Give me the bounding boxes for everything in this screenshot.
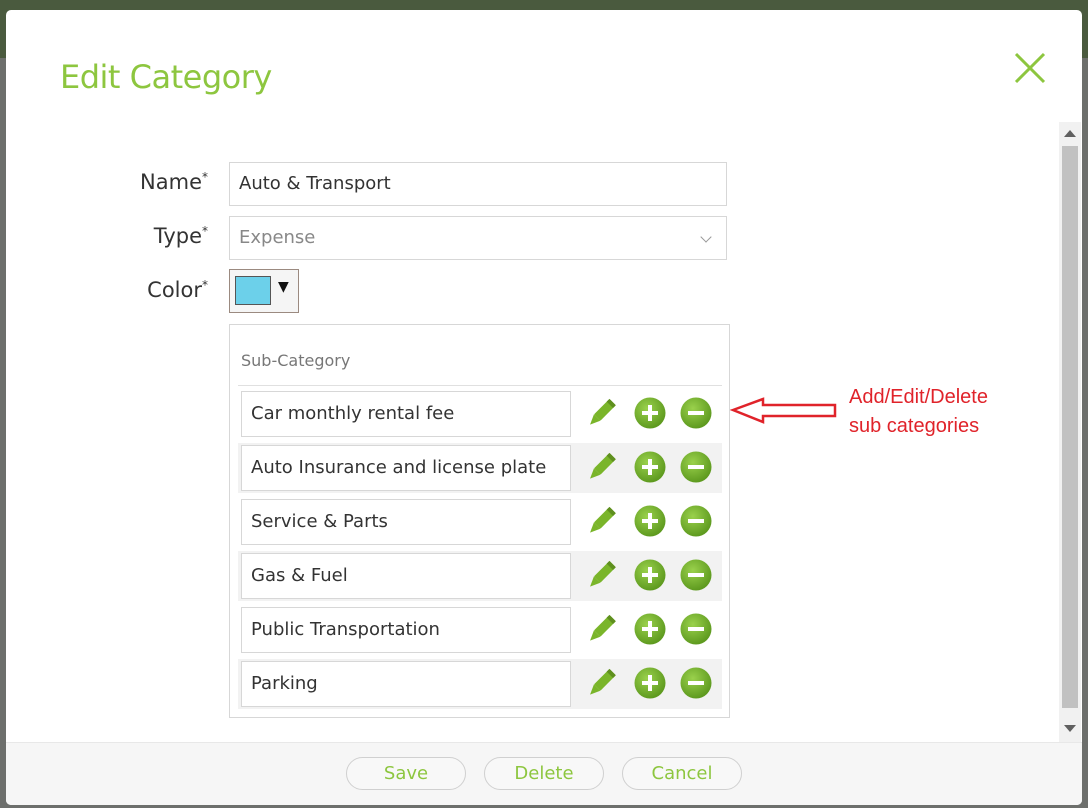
edit-subcategory-button[interactable] [584,396,618,430]
required-mark: * [202,224,208,238]
subcategory-panel: Sub-Category Car monthly rental fee Auto … [229,324,730,718]
subcategory-row: Service & Parts [238,497,722,547]
plus-circle-icon [633,451,667,488]
edit-subcategory-button[interactable] [584,450,618,484]
plus-circle-icon [633,505,667,542]
type-select[interactable]: Expense [229,216,727,260]
scroll-down-icon[interactable] [1064,725,1076,732]
subcategory-name-input[interactable]: Car monthly rental fee [241,391,571,437]
close-button[interactable] [1010,48,1050,88]
subcategory-name-input[interactable]: Gas & Fuel [241,553,571,599]
edit-subcategory-button[interactable] [584,558,618,592]
delete-subcategory-button[interactable] [679,450,713,484]
subcategory-row: Parking [238,659,722,709]
required-mark: * [202,278,208,292]
minus-circle-icon [679,667,713,704]
subcategory-row: Gas & Fuel [238,551,722,601]
divider [238,385,722,386]
subcategory-name-input[interactable]: Parking [241,661,571,707]
caret-down-icon: ▼ [278,279,289,295]
minus-circle-icon [679,613,713,650]
color-swatch [235,276,271,305]
add-subcategory-button[interactable] [633,504,667,538]
scroll-up-icon[interactable] [1064,130,1076,137]
type-select-value: Expense [239,227,316,248]
plus-circle-icon [633,613,667,650]
edit-subcategory-button[interactable] [584,504,618,538]
pencil-icon [584,398,618,434]
subcategory-name-input[interactable]: Service & Parts [241,499,571,545]
plus-circle-icon [633,667,667,704]
add-subcategory-button[interactable] [633,612,667,646]
edit-category-dialog: Edit Category Name* Auto & Transport Typ… [6,10,1082,805]
annotation-line-1: Add/Edit/Delete [849,386,988,408]
minus-circle-icon [679,505,713,542]
delete-subcategory-button[interactable] [679,558,713,592]
subcategory-name-input[interactable]: Auto Insurance and license plate [241,445,571,491]
annotation-text: Add/Edit/Delete sub categories [849,383,988,441]
add-subcategory-button[interactable] [633,558,667,592]
type-label-text: Type [153,224,202,248]
color-picker[interactable]: ▼ [229,269,299,313]
subcategory-row: Public Transportation [238,605,722,655]
dialog-scrollbar[interactable] [1059,122,1081,742]
dialog-title: Edit Category [60,58,272,96]
subcategory-header: Sub-Category [241,351,351,370]
edit-subcategory-button[interactable] [584,612,618,646]
edit-subcategory-button[interactable] [584,666,618,700]
plus-circle-icon [633,397,667,434]
color-label-text: Color [147,278,202,302]
chevron-down-icon [700,231,712,243]
subcategory-name-input[interactable]: Public Transportation [241,607,571,653]
delete-subcategory-button[interactable] [679,504,713,538]
pencil-icon [584,614,618,650]
name-input[interactable]: Auto & Transport [229,162,727,206]
annotation-arrow-icon [730,397,837,424]
name-label-text: Name [140,170,202,194]
delete-subcategory-button[interactable] [679,666,713,700]
color-label: Color* [147,278,208,302]
add-subcategory-button[interactable] [633,666,667,700]
delete-subcategory-button[interactable] [679,612,713,646]
save-button[interactable]: Save [346,757,466,790]
pencil-icon [584,668,618,704]
add-subcategory-button[interactable] [633,450,667,484]
minus-circle-icon [679,559,713,596]
required-mark: * [202,170,208,184]
pencil-icon [584,452,618,488]
name-label: Name* [140,170,208,194]
plus-circle-icon [633,559,667,596]
add-subcategory-button[interactable] [633,396,667,430]
cancel-button[interactable]: Cancel [622,757,742,790]
pencil-icon [584,560,618,596]
minus-circle-icon [679,451,713,488]
dialog-footer: Save Delete Cancel [6,742,1082,805]
close-icon [1014,52,1046,84]
subcategory-row: Auto Insurance and license plate [238,443,722,493]
pencil-icon [584,506,618,542]
subcategory-row: Car monthly rental fee [238,389,722,439]
annotation-line-2: sub categories [849,415,980,437]
delete-subcategory-button[interactable] [679,396,713,430]
scroll-thumb[interactable] [1062,146,1078,708]
minus-circle-icon [679,397,713,434]
delete-button[interactable]: Delete [484,757,604,790]
type-label: Type* [154,224,208,248]
